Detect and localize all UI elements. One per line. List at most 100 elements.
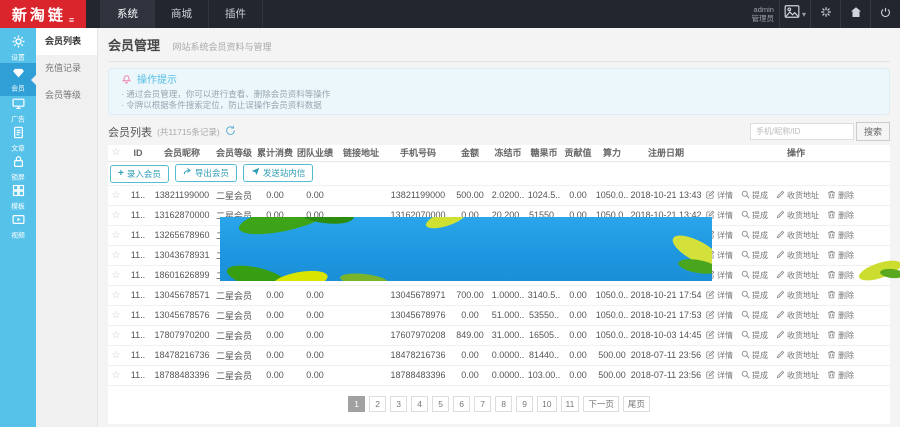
page-button-1[interactable]: 1 — [348, 396, 365, 412]
action-1[interactable]: 提成 — [741, 350, 768, 361]
action-2[interactable]: 收货地址 — [776, 230, 819, 241]
page-button-9[interactable]: 9 — [516, 396, 533, 412]
sidebar-item-2[interactable]: 广告 — [0, 96, 36, 125]
action-0[interactable]: 详情 — [706, 290, 733, 301]
action-1[interactable]: 提成 — [741, 210, 768, 221]
search-input[interactable] — [750, 123, 854, 140]
top-menu-item-1[interactable]: 商城 — [155, 0, 209, 28]
action-3[interactable]: 删除 — [827, 290, 854, 301]
submenu-item-0[interactable]: 会员列表 — [36, 28, 97, 55]
action-1[interactable]: 提成 — [741, 370, 768, 381]
page-button-7[interactable]: 7 — [474, 396, 491, 412]
col-header-11[interactable]: 贡献值 — [562, 145, 594, 161]
page-button-10[interactable]: 10 — [537, 396, 556, 412]
hamburger-icon[interactable]: ≡ — [69, 15, 74, 28]
star-icon[interactable]: ☆ — [108, 345, 124, 365]
star-icon[interactable]: ☆ — [108, 245, 124, 265]
logo[interactable]: 新淘链 ≡ — [0, 0, 86, 28]
action-1[interactable]: 提成 — [741, 230, 768, 241]
action-0[interactable]: 详情 — [706, 190, 733, 201]
col-header-14[interactable]: 操作 — [702, 145, 890, 161]
page-button-5[interactable]: 5 — [432, 396, 449, 412]
col-header-6[interactable]: 链接地址 — [336, 145, 386, 161]
sidebar-item-3[interactable]: 文章 — [0, 125, 36, 154]
action-0[interactable]: 详情 — [706, 310, 733, 321]
page-button-8[interactable]: 8 — [495, 396, 512, 412]
toolbar-button-2[interactable]: 发送站内信 — [243, 164, 314, 182]
action-2[interactable]: 收货地址 — [776, 250, 819, 261]
fullscreen-button[interactable] — [810, 0, 840, 28]
action-3[interactable]: 删除 — [827, 190, 854, 201]
col-header-12[interactable]: 算力 — [594, 145, 630, 161]
home-button[interactable] — [840, 0, 870, 28]
top-menu-item-2[interactable]: 插件 — [209, 0, 263, 28]
action-3[interactable]: 删除 — [827, 310, 854, 321]
action-0[interactable]: 详情 — [706, 330, 733, 341]
star-icon[interactable]: ☆ — [108, 265, 124, 285]
action-2[interactable]: 收货地址 — [776, 270, 819, 281]
action-1[interactable]: 提成 — [741, 270, 768, 281]
star-icon[interactable]: ☆ — [108, 325, 124, 345]
action-2[interactable]: 收货地址 — [776, 290, 819, 301]
action-3[interactable]: 删除 — [827, 250, 854, 261]
action-1[interactable]: 提成 — [741, 250, 768, 261]
col-header-0[interactable]: ☆ — [108, 145, 124, 161]
avatar-button[interactable]: ▾ — [779, 0, 810, 28]
action-2[interactable]: 收货地址 — [776, 190, 819, 201]
col-header-2[interactable]: 会员昵称 — [152, 145, 212, 161]
col-header-8[interactable]: 金额 — [450, 145, 490, 161]
star-icon[interactable]: ☆ — [108, 205, 124, 225]
action-3[interactable]: 删除 — [827, 210, 854, 221]
action-0[interactable]: 详情 — [706, 370, 733, 381]
star-icon[interactable]: ☆ — [108, 185, 124, 205]
col-header-7[interactable]: 手机号码 — [386, 145, 450, 161]
star-icon[interactable]: ☆ — [108, 365, 124, 385]
submenu-item-2[interactable]: 会员等级 — [36, 82, 97, 109]
cell-team: 0.00 — [294, 185, 336, 205]
action-2[interactable]: 收货地址 — [776, 350, 819, 361]
page-button-3[interactable]: 3 — [390, 396, 407, 412]
action-2[interactable]: 收货地址 — [776, 330, 819, 341]
star-icon[interactable]: ☆ — [108, 225, 124, 245]
toolbar-button-0[interactable]: +录入会员 — [110, 165, 169, 183]
star-icon[interactable]: ☆ — [108, 305, 124, 325]
page-button-2[interactable]: 2 — [369, 396, 386, 412]
action-1[interactable]: 提成 — [741, 310, 768, 321]
star-icon[interactable]: ☆ — [108, 285, 124, 305]
action-1[interactable]: 提成 — [741, 190, 768, 201]
page-button-6[interactable]: 6 — [453, 396, 470, 412]
action-2[interactable]: 收货地址 — [776, 370, 819, 381]
col-header-9[interactable]: 冻结币 — [490, 145, 526, 161]
action-2[interactable]: 收货地址 — [776, 310, 819, 321]
action-1[interactable]: 提成 — [741, 330, 768, 341]
search-button[interactable]: 搜索 — [856, 122, 890, 141]
page-button-4[interactable]: 4 — [411, 396, 428, 412]
action-3[interactable]: 删除 — [827, 270, 854, 281]
action-3[interactable]: 删除 — [827, 350, 854, 361]
last-page-button[interactable]: 尾页 — [623, 396, 650, 412]
toolbar-button-1[interactable]: 导出会员 — [175, 164, 237, 182]
top-menu-item-0[interactable]: 系统 — [100, 0, 155, 28]
col-header-4[interactable]: 累计消费 — [256, 145, 294, 161]
action-3[interactable]: 删除 — [827, 370, 854, 381]
sidebar-item-1[interactable]: 会员 — [0, 63, 36, 96]
sidebar-item-6[interactable]: 视频 — [0, 212, 36, 241]
logout-button[interactable] — [870, 0, 900, 28]
next-page-button[interactable]: 下一页 — [583, 396, 619, 412]
sidebar-item-4[interactable]: 锁屏 — [0, 154, 36, 183]
submenu-item-1[interactable]: 充值记录 — [36, 55, 97, 82]
action-3[interactable]: 删除 — [827, 330, 854, 341]
action-1[interactable]: 提成 — [741, 290, 768, 301]
page-button-11[interactable]: 11 — [561, 396, 580, 412]
action-0[interactable]: 详情 — [706, 350, 733, 361]
sidebar-item-5[interactable]: 模板 — [0, 183, 36, 212]
action-3[interactable]: 删除 — [827, 230, 854, 241]
col-header-13[interactable]: 注册日期 — [630, 145, 702, 161]
refresh-icon[interactable] — [225, 125, 236, 139]
action-2[interactable]: 收货地址 — [776, 210, 819, 221]
sidebar-item-0[interactable]: 设置 — [0, 34, 36, 63]
col-header-3[interactable]: 会员等级 — [212, 145, 256, 161]
col-header-5[interactable]: 团队业绩 — [294, 145, 336, 161]
col-header-10[interactable]: 糖果币 — [526, 145, 562, 161]
col-header-1[interactable]: ID — [124, 145, 152, 161]
